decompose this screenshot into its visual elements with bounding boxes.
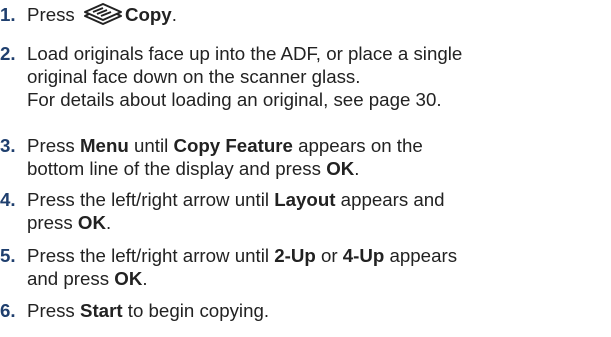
step-text: Press the left/right arrow until <box>27 245 269 266</box>
step-text: appears and <box>340 189 445 210</box>
ok-label: OK <box>77 212 106 233</box>
step-text-line: Load originals face up into the ADF, or … <box>27 43 463 64</box>
step-text: Press <box>27 135 75 156</box>
step-text: press <box>27 212 73 233</box>
copy-label: Copy <box>124 4 172 25</box>
step-text-line: press OK. <box>27 211 445 234</box>
layout-label: Layout <box>274 189 336 210</box>
step-text: appears on the <box>298 135 423 156</box>
step-6: 6. Press Start to begin copying. <box>0 299 273 322</box>
step-number: 2. <box>0 43 16 64</box>
step-text-line: and press OK. <box>27 267 457 290</box>
copy-feature-label: Copy Feature <box>173 135 293 156</box>
step-3: 3. Press Menu until Copy Feature appears… <box>0 134 427 180</box>
step-text: . <box>171 4 177 25</box>
step-text-line: bottom line of the display and press OK. <box>27 157 423 180</box>
step-number: 5. <box>0 245 16 266</box>
step-text: Press <box>27 4 75 25</box>
step-number: 4. <box>0 189 16 210</box>
step-text: and press <box>27 268 110 289</box>
step-text: Press <box>27 300 75 321</box>
menu-label: Menu <box>79 135 129 156</box>
start-label: Start <box>79 300 123 321</box>
step-number: 6. <box>0 300 16 321</box>
step-2: 2. Load originals face up into the ADF, … <box>0 42 466 111</box>
step-text: . <box>142 268 148 289</box>
four-up-label: 4-Up <box>342 245 385 266</box>
step-text: Press the left/right arrow until <box>27 189 269 210</box>
step-text: bottom line of the display and press <box>27 158 321 179</box>
step-text: or <box>320 245 338 266</box>
step-text-line: Press the left/right arrow until 2-Up or… <box>27 244 457 267</box>
step-text: to begin copying. <box>127 300 270 321</box>
step-text-line: Press Menu until Copy Feature appears on… <box>27 134 423 157</box>
step-text-line: original face down on the scanner glass. <box>27 66 361 87</box>
step-text-line: Press the left/right arrow until Layout … <box>27 188 445 211</box>
step-1: 1. Press Copy. <box>0 3 181 26</box>
step-text: . <box>105 212 112 233</box>
copy-button-icon <box>83 3 122 25</box>
step-5: 5. Press the left/right arrow until 2-Up… <box>0 244 461 290</box>
step-4: 4. Press the left/right arrow until Layo… <box>0 188 449 234</box>
step-number: 1. <box>0 4 16 25</box>
ok-label: OK <box>326 158 355 179</box>
ok-label: OK <box>114 268 143 289</box>
step-text: appears <box>389 245 458 266</box>
step-text: until <box>133 135 169 156</box>
step-note-line: For details about loading an original, s… <box>27 89 442 110</box>
step-text: . <box>354 158 360 179</box>
two-up-label: 2-Up <box>274 245 316 266</box>
step-number: 3. <box>0 135 16 156</box>
